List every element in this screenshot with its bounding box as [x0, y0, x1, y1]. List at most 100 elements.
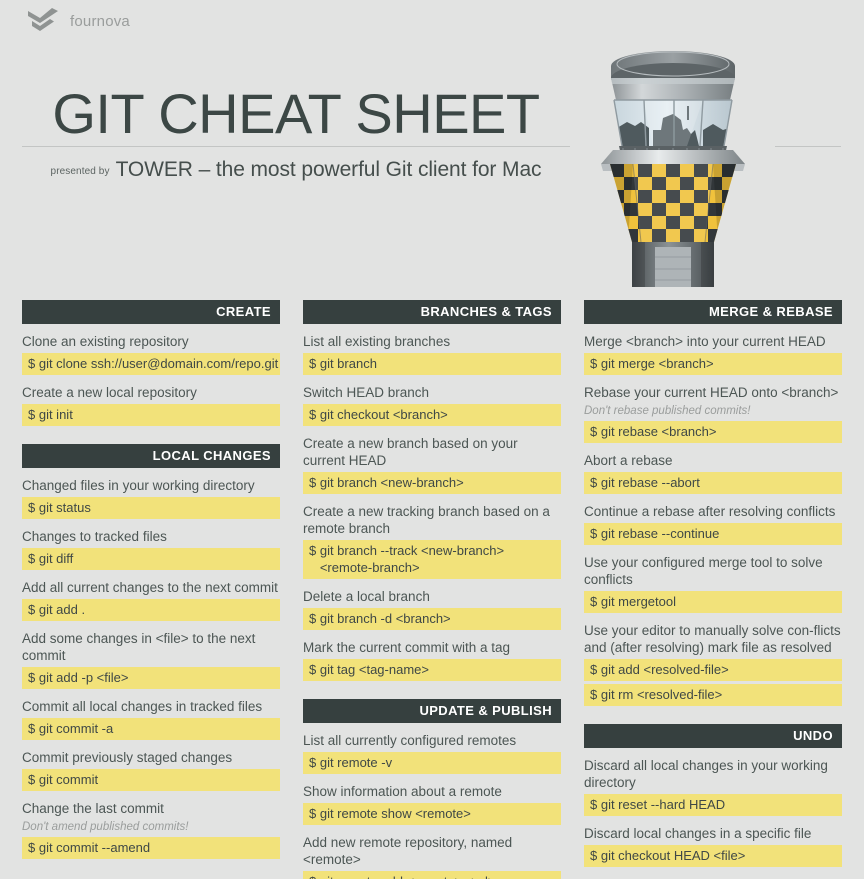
command-entry: Continue a rebase after resolving confli…: [584, 503, 842, 545]
command-description: Delete a local branch: [303, 589, 430, 604]
command-snippet[interactable]: $ git status: [22, 497, 280, 519]
command-snippet[interactable]: $ git branch: [303, 353, 561, 375]
command-snippet[interactable]: $ git checkout HEAD <file>: [584, 845, 842, 867]
command-entry: Create a new branch based on your curren…: [303, 435, 561, 494]
cheatsheet-section: BRANCHES & TAGS List all existing branche…: [303, 300, 561, 681]
command-snippet[interactable]: $ git branch --track <new-branch> <remot…: [303, 540, 561, 579]
cheatsheet-columns: CREATE Clone an existing repository $ git …: [0, 300, 864, 879]
command-description: Clone an existing repository: [22, 334, 189, 349]
masthead: GIT CHEAT SHEET presented by TOWER – the …: [0, 42, 864, 292]
command-snippet[interactable]: $ git remote add <remote> <url>: [303, 871, 561, 879]
command-entry: Clone an existing repository $ git clone …: [22, 333, 280, 375]
masthead-subtitle: TOWER – the most powerful Git client for…: [115, 158, 542, 181]
command-snippet[interactable]: $ git checkout <branch>: [303, 404, 561, 426]
command-entry: Abort a rebase $ git rebase --abort: [584, 452, 842, 494]
cheatsheet-section: UNDO Discard all local changes in your wo…: [584, 724, 842, 879]
command-description: Use your editor to manually solve con-fl…: [584, 623, 841, 655]
command-entry: Switch HEAD branch $ git checkout <branch…: [303, 384, 561, 426]
masthead-rule-right: [775, 146, 841, 147]
section-header: UPDATE & PUBLISH: [303, 699, 561, 723]
command-description: Mark the current commit with a tag: [303, 640, 511, 655]
command-description: Use your configured merge tool to solve …: [584, 555, 823, 587]
command-snippet[interactable]: $ git add .: [22, 599, 280, 621]
command-snippet[interactable]: $ git merge <branch>: [584, 353, 842, 375]
command-entry: Create a new tracking branch based on a …: [303, 503, 561, 579]
command-description: Rebase your current HEAD onto <branch>: [584, 385, 839, 400]
cheatsheet-section: LOCAL CHANGES Changed files in your worki…: [22, 444, 280, 859]
command-entry: Commit previously staged changes $ git co…: [22, 749, 280, 791]
command-entry: Mark the current commit with a tag $ git …: [303, 639, 561, 681]
cheatsheet-column: MERGE & REBASE Merge <branch> into your c…: [584, 300, 842, 879]
cheatsheet-column: CREATE Clone an existing repository $ git …: [22, 300, 280, 879]
cheatsheet-column: BRANCHES & TAGS List all existing branche…: [303, 300, 561, 879]
command-entry: Merge <branch> into your current HEAD $ g…: [584, 333, 842, 375]
command-entry: Discard local changes in a specific file…: [584, 825, 842, 867]
command-description: Commit previously staged changes: [22, 750, 233, 765]
command-description: Switch HEAD branch: [303, 385, 430, 400]
command-snippet[interactable]: $ git branch <new-branch>: [303, 472, 561, 494]
brand-name: fournova: [70, 12, 130, 30]
command-description: Discard all local changes in your workin…: [584, 758, 828, 790]
command-snippet[interactable]: $ git commit -a: [22, 718, 280, 740]
command-entry: Add new remote repository, named <remote…: [303, 834, 561, 879]
section-header: BRANCHES & TAGS: [303, 300, 561, 324]
command-description: Create a new local repository: [22, 385, 197, 400]
command-snippet[interactable]: $ git clone ssh://user@domain.com/repo.g…: [22, 353, 280, 375]
command-snippet[interactable]: $ git init: [22, 404, 280, 426]
command-entry: Commit all local changes in tracked file…: [22, 698, 280, 740]
command-description: Changes to tracked files: [22, 529, 167, 544]
command-entry: Delete a local branch $ git branch -d <br…: [303, 588, 561, 630]
command-entry: Add some changes in <file> to the next c…: [22, 630, 280, 689]
command-description: Show information about a remote: [303, 784, 502, 799]
page-title: GIT CHEAT SHEET: [52, 82, 540, 145]
command-snippet[interactable]: $ git commit --amend: [22, 837, 280, 859]
control-tower-illustration-icon: [601, 51, 745, 287]
command-description: Merge <branch> into your current HEAD: [584, 334, 826, 349]
section-header: LOCAL CHANGES: [22, 444, 280, 468]
command-snippet[interactable]: $ git add -p <file>: [22, 667, 280, 689]
command-entry: Rebase your current HEAD onto <branch> Do…: [584, 384, 842, 443]
command-description: Create a new branch based on your curren…: [303, 436, 518, 468]
command-description: List all currently configured remotes: [303, 733, 517, 748]
cheatsheet-section: UPDATE & PUBLISH List all currently confi…: [303, 699, 561, 879]
command-entry: Add all current changes to the next comm…: [22, 579, 280, 621]
command-description: Add new remote repository, named <remote…: [303, 835, 513, 867]
command-snippet[interactable]: $ git rebase --abort: [584, 472, 842, 494]
command-entry: Create a new local repository $ git init: [22, 384, 280, 426]
section-header: CREATE: [22, 300, 280, 324]
cheatsheet-section: CREATE Clone an existing repository $ git …: [22, 300, 280, 426]
section-header: UNDO: [584, 724, 842, 748]
command-snippet[interactable]: $ git mergetool: [584, 591, 842, 613]
command-entry: Changes to tracked files $ git diff: [22, 528, 280, 570]
command-entry: Discard all local changes in your workin…: [584, 757, 842, 816]
command-snippet[interactable]: $ git remote show <remote>: [303, 803, 561, 825]
command-snippet[interactable]: $ git add <resolved-file>: [584, 659, 842, 681]
command-snippet[interactable]: $ git rm <resolved-file>: [584, 684, 842, 706]
command-entry: List all currently configured remotes $ g…: [303, 732, 561, 774]
presented-by-label: presented by: [50, 166, 110, 177]
command-description: Discard local changes in a specific file: [584, 826, 812, 841]
command-snippet[interactable]: $ git reset --hard HEAD: [584, 794, 842, 816]
command-description: Changed files in your working directory: [22, 478, 255, 493]
command-snippet[interactable]: $ git rebase <branch>: [584, 421, 842, 443]
command-entry: Change the last commit Don't amend publis…: [22, 800, 280, 859]
cheatsheet-section: MERGE & REBASE Merge <branch> into your c…: [584, 300, 842, 706]
masthead-subtitle-row: presented by TOWER – the most powerful Gi…: [22, 158, 570, 182]
command-description: Commit all local changes in tracked file…: [22, 699, 263, 714]
command-entry: Use your editor to manually solve con-fl…: [584, 622, 842, 706]
command-snippet[interactable]: $ git rebase --continue: [584, 523, 842, 545]
brand-bar: fournova: [0, 0, 864, 42]
masthead-rule-left: [22, 146, 570, 147]
command-snippet[interactable]: $ git diff: [22, 548, 280, 570]
fournova-chevron-logo-icon: [28, 8, 58, 31]
command-description: Continue a rebase after resolving confli…: [584, 504, 836, 519]
command-entry: Changed files in your working directory $…: [22, 477, 280, 519]
command-snippet[interactable]: $ git tag <tag-name>: [303, 659, 561, 681]
command-snippet[interactable]: $ git remote -v: [303, 752, 561, 774]
command-warning-note: Don't amend published commits!: [22, 821, 189, 833]
command-entry: List all existing branches $ git branch: [303, 333, 561, 375]
command-entry: Show information about a remote $ git rem…: [303, 783, 561, 825]
command-entry: Use your configured merge tool to solve …: [584, 554, 842, 613]
command-snippet[interactable]: $ git commit: [22, 769, 280, 791]
command-snippet[interactable]: $ git branch -d <branch>: [303, 608, 561, 630]
